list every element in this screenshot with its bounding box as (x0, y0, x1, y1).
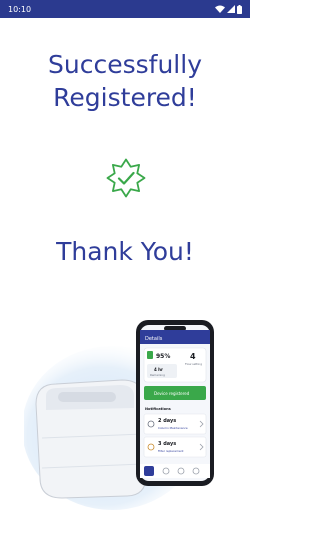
phone-remaining-caption: Remaining (150, 373, 165, 377)
phone-row1-sub: Column Maintenance (158, 426, 188, 430)
oxygen-concentrator (35, 379, 147, 499)
phone-header: Details (145, 336, 163, 342)
phone-row1-title: 2 days (158, 418, 176, 424)
phone-notifications-title: Notifications (145, 407, 171, 411)
smartphone: Details 95% 4 Flow setting 4 hr Remainin… (136, 320, 214, 486)
success-headline: Successfully Registered! (0, 48, 250, 114)
check-badge-icon (106, 158, 146, 198)
status-icons (215, 4, 242, 14)
phone-row2-title: 3 days (158, 441, 176, 447)
battery-icon (237, 4, 242, 14)
phone-remaining-value: 4 hr (154, 367, 163, 372)
status-bar: 10:10 (0, 0, 250, 18)
thank-you-text: Thank You! (56, 237, 194, 266)
phone-battery-value: 95% (156, 353, 170, 360)
status-time: 10:10 (8, 4, 32, 14)
phone-level-caption: Flow setting (185, 362, 202, 366)
signal-icon (227, 5, 235, 13)
device-and-phone-illustration: Details 95% 4 Flow setting 4 hr Remainin… (24, 320, 214, 510)
phone-row2-sub: Filter replacement (158, 449, 184, 453)
headline-line-2: Registered! (53, 83, 197, 112)
headline-line-1: Successfully (48, 50, 202, 79)
phone-level-value: 4 (190, 352, 196, 361)
wifi-icon (215, 5, 225, 13)
phone-status-button: Device registered (154, 391, 190, 396)
